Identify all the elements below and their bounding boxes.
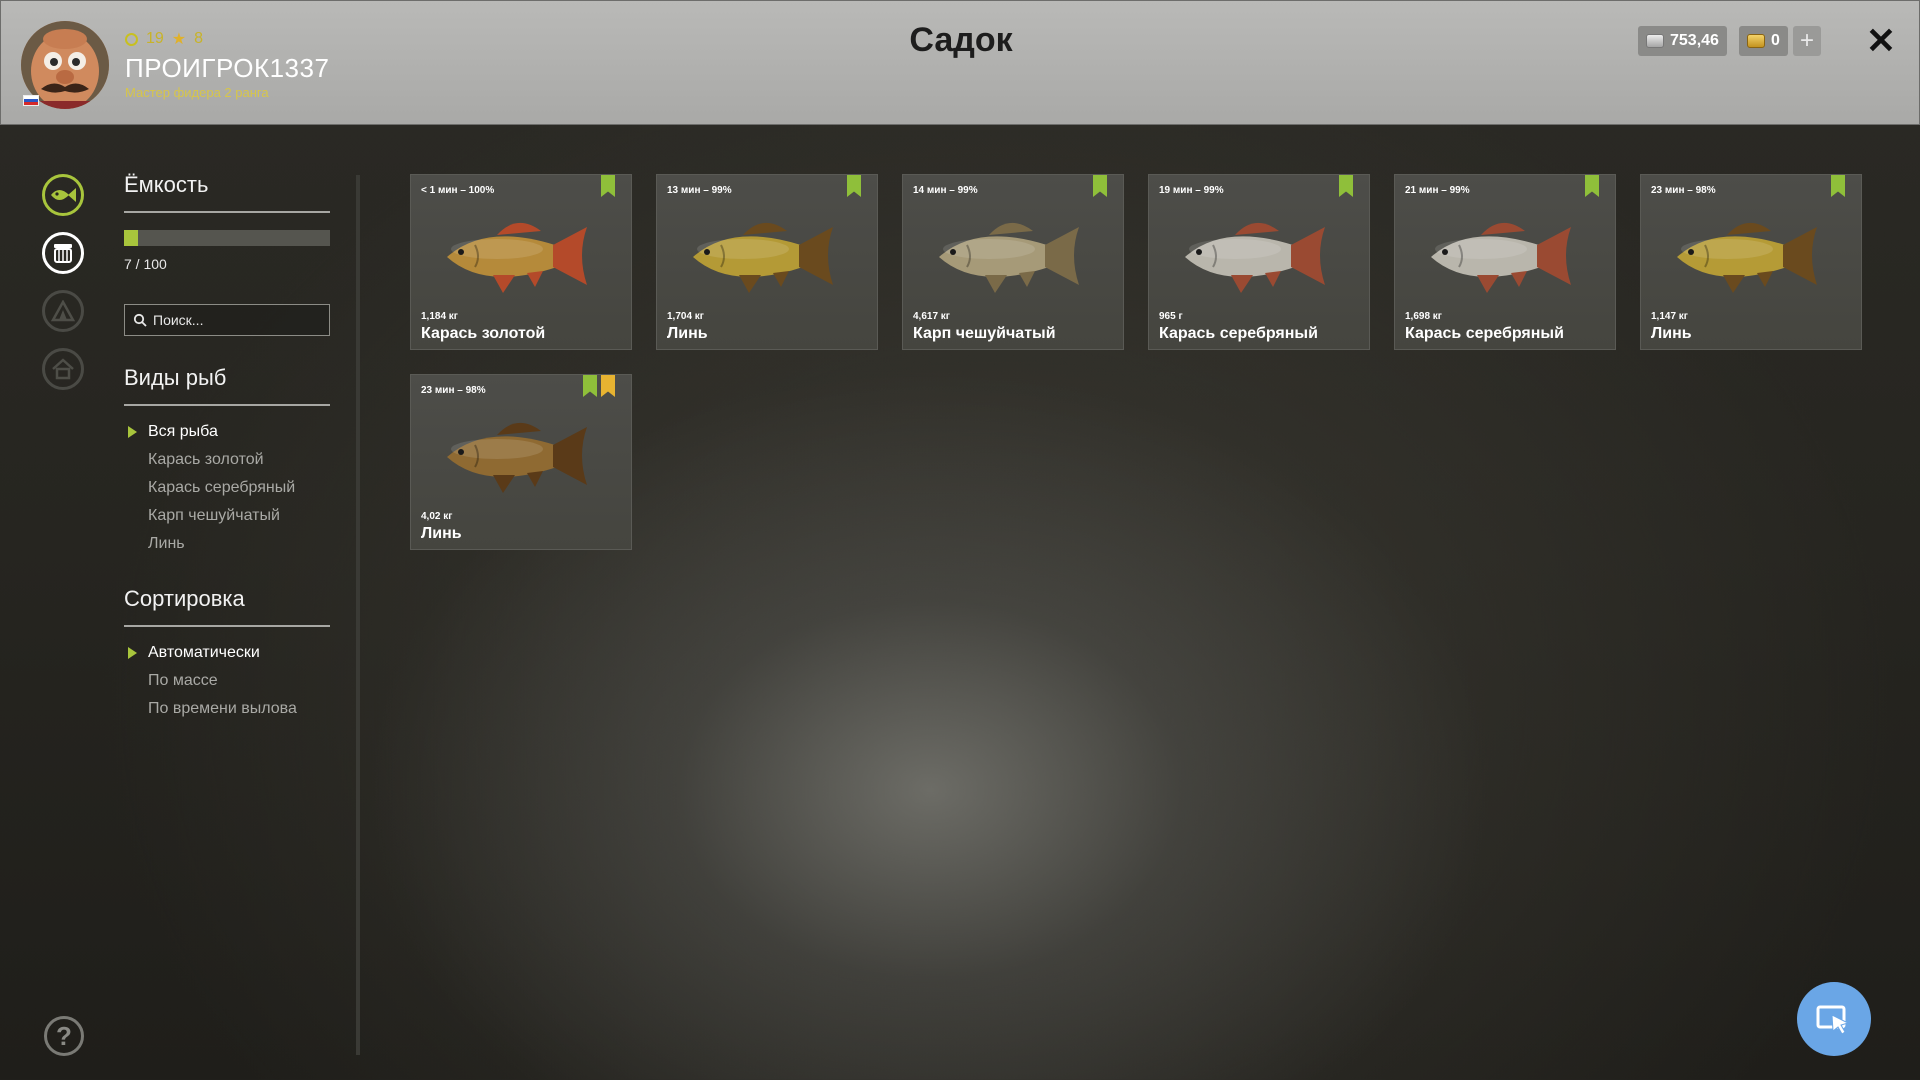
add-currency-button[interactable]: + bbox=[1793, 26, 1821, 56]
fish-name: Линь bbox=[1651, 325, 1692, 342]
fish-card[interactable]: 13 мин – 99% 1,704 кг Линь bbox=[656, 174, 878, 350]
sort-divider bbox=[124, 625, 330, 627]
catch-time: 19 мин – 99% bbox=[1159, 185, 1224, 196]
capacity-count: 7 / 100 bbox=[124, 256, 167, 272]
catch-time: 13 мин – 99% bbox=[667, 185, 732, 196]
green-bookmark-icon[interactable] bbox=[601, 175, 615, 197]
fish-card[interactable]: 14 мин – 99% 4,617 кг Карп чешуйчатый bbox=[902, 174, 1124, 350]
catch-time: 21 мин – 99% bbox=[1405, 185, 1470, 196]
green-bookmark-icon[interactable] bbox=[583, 375, 597, 397]
selected-arrow-icon bbox=[128, 426, 137, 438]
fish-card[interactable]: < 1 мин – 100% 1,184 кг Карась золотой bbox=[410, 174, 632, 350]
gold-bookmark-icon[interactable] bbox=[601, 375, 615, 397]
sort-title: Сортировка bbox=[124, 586, 245, 611]
species-filter-item[interactable]: Линь bbox=[124, 530, 295, 558]
fish-image bbox=[447, 422, 587, 493]
catch-time: 23 мин – 98% bbox=[421, 385, 486, 396]
fish-weight: 965 г bbox=[1159, 311, 1183, 322]
capacity-divider bbox=[124, 211, 330, 213]
help-button[interactable]: ? bbox=[44, 1016, 84, 1056]
house-icon bbox=[52, 358, 74, 380]
capacity-bar bbox=[124, 230, 330, 246]
silver-coin-icon bbox=[1646, 34, 1664, 48]
gold-amount: 0 bbox=[1771, 32, 1780, 49]
sort-option[interactable]: Автоматически bbox=[124, 639, 297, 667]
top-bar: 19 ★ 8 ПРОИГРОК1337 Мастер фидера 2 ранг… bbox=[0, 0, 1920, 125]
catch-time: 14 мин – 99% bbox=[913, 185, 978, 196]
fish-name: Карась серебряный bbox=[1405, 325, 1564, 342]
fish-name: Карп чешуйчатый bbox=[913, 325, 1056, 342]
cursor-mode-button[interactable] bbox=[1797, 982, 1871, 1056]
species-filter-item-label: Карась золотой bbox=[148, 451, 264, 468]
search-input[interactable] bbox=[153, 312, 323, 328]
fish-name: Карась золотой bbox=[421, 325, 546, 342]
sort-option[interactable]: По времени вылова bbox=[124, 695, 297, 723]
fish-image bbox=[693, 222, 833, 293]
fish-name: Линь bbox=[667, 325, 708, 342]
species-filter-item-label: Линь bbox=[148, 535, 185, 552]
species-filter-list: Вся рыба Карась золотой Карась серебряный К… bbox=[124, 418, 295, 558]
sort-option-label: По времени вылова bbox=[148, 700, 297, 717]
fish-weight: 4,02 кг bbox=[421, 511, 453, 522]
search-box[interactable] bbox=[124, 304, 330, 336]
fish-card[interactable]: 19 мин – 99% 965 г Карась серебряный bbox=[1148, 174, 1370, 350]
fish-image bbox=[1185, 222, 1325, 293]
fish-image bbox=[1677, 222, 1817, 293]
green-bookmark-icon[interactable] bbox=[1339, 175, 1353, 197]
fish-image bbox=[447, 222, 587, 293]
species-filter-item[interactable]: Карась золотой bbox=[124, 446, 295, 474]
species-title: Виды рыб bbox=[124, 365, 227, 390]
search-icon bbox=[133, 313, 147, 327]
keepnet-icon bbox=[54, 244, 72, 263]
page-title: Садок bbox=[909, 21, 1013, 59]
fish-image bbox=[1431, 222, 1571, 293]
species-filter-item[interactable]: Карась серебряный bbox=[124, 474, 295, 502]
player-rank: Мастер фидера 2 ранга bbox=[125, 85, 269, 100]
fish-card[interactable]: 23 мин – 98% 4,02 кг Линь bbox=[410, 374, 632, 550]
species-filter-item-label: Карась серебряный bbox=[148, 479, 296, 496]
camp-tab-icon[interactable] bbox=[42, 290, 84, 332]
sort-option[interactable]: По массе bbox=[124, 667, 297, 695]
capacity-bar-fill bbox=[124, 230, 139, 246]
fish-image bbox=[939, 222, 1079, 293]
species-filter-item[interactable]: Карп чешуйчатый bbox=[124, 502, 295, 530]
fish-icon bbox=[51, 188, 76, 202]
fish-weight: 1,698 кг bbox=[1405, 311, 1442, 322]
catch-time: 23 мин – 98% bbox=[1651, 185, 1716, 196]
tent-icon bbox=[51, 300, 75, 322]
panel-divider bbox=[356, 175, 360, 1055]
catch-time: < 1 мин – 100% bbox=[421, 185, 495, 196]
species-filter-item-label: Вся рыба bbox=[148, 423, 218, 440]
cursor-window-icon bbox=[1816, 1005, 1850, 1035]
fish-name: Линь bbox=[421, 525, 462, 542]
selected-arrow-icon bbox=[128, 647, 137, 659]
species-filter-item[interactable]: Вся рыба bbox=[124, 418, 295, 446]
green-bookmark-icon[interactable] bbox=[1585, 175, 1599, 197]
fish-tab-icon[interactable] bbox=[42, 174, 84, 216]
fish-card[interactable]: 21 мин – 99% 1,698 кг Карась серебряный bbox=[1394, 174, 1616, 350]
fish-card[interactable]: 23 мин – 98% 1,147 кг Линь bbox=[1640, 174, 1862, 350]
fish-weight: 1,184 кг bbox=[421, 311, 458, 322]
gold-coin-icon bbox=[1747, 34, 1765, 48]
capacity-title: Ёмкость bbox=[124, 172, 209, 197]
green-bookmark-icon[interactable] bbox=[1831, 175, 1845, 197]
country-flag-icon bbox=[23, 95, 39, 106]
silver-balance: 753,46 bbox=[1638, 26, 1727, 56]
sort-option-label: Автоматически bbox=[148, 644, 260, 661]
green-bookmark-icon[interactable] bbox=[1093, 175, 1107, 197]
green-bookmark-icon[interactable] bbox=[847, 175, 861, 197]
fish-weight: 1,704 кг bbox=[667, 311, 704, 322]
gold-balance: 0 bbox=[1739, 26, 1788, 56]
keepnet-tab-icon[interactable] bbox=[42, 232, 84, 274]
silver-amount: 753,46 bbox=[1670, 32, 1719, 49]
close-button[interactable]: ✕ bbox=[1863, 21, 1899, 61]
sort-filter-list: Автоматически По массе По времени вылова bbox=[124, 639, 297, 723]
fish-weight: 4,617 кг bbox=[913, 311, 950, 322]
home-tab-icon[interactable] bbox=[42, 348, 84, 390]
fish-weight: 1,147 кг bbox=[1651, 311, 1688, 322]
species-filter-item-label: Карп чешуйчатый bbox=[148, 507, 280, 524]
sort-option-label: По массе bbox=[148, 672, 218, 689]
fish-name: Карась серебряный bbox=[1159, 325, 1318, 342]
species-divider bbox=[124, 404, 330, 406]
